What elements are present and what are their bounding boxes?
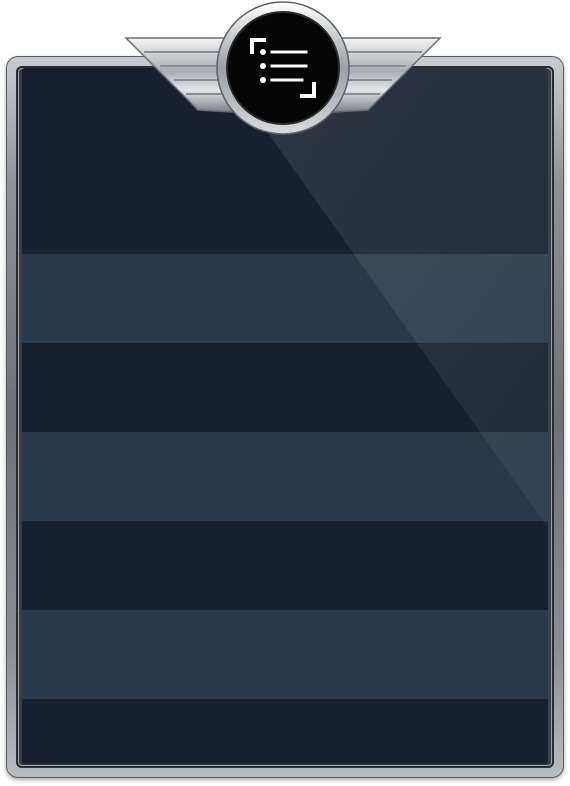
right-wing: [333, 37, 442, 113]
panel-stripe: [22, 254, 548, 343]
panel-stripe: [22, 157, 548, 254]
card-stage: [0, 0, 570, 786]
winged-emblem: [124, 1, 442, 135]
panel-stripe: [22, 610, 548, 699]
panel-stripe: [22, 521, 548, 610]
panel-stripe: [22, 699, 548, 764]
panel-stripe: [22, 343, 548, 432]
panel-stripe: [22, 432, 548, 521]
emblem-disc: [226, 11, 340, 125]
striped-panel: [22, 68, 548, 764]
metal-frame: [6, 56, 564, 778]
left-wing: [124, 37, 233, 113]
